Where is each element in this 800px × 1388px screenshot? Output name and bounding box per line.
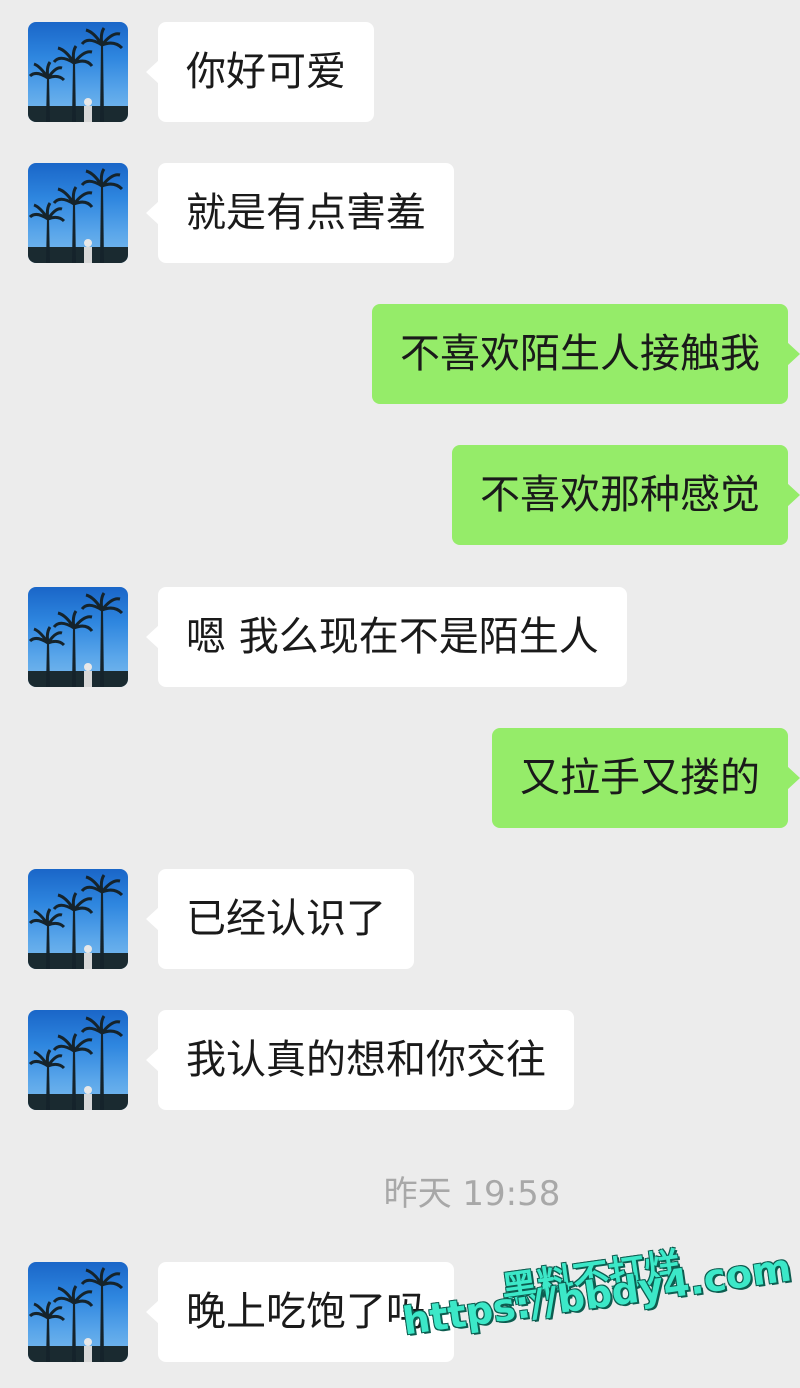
message-row-incoming: 你好可爱 (0, 22, 800, 122)
message-bubble-incoming[interactable]: 我认真的想和你交往 (146, 1010, 574, 1110)
palm-trees-avatar-icon[interactable] (28, 587, 128, 687)
chat-screen: { "messages": [ {"side": "in", "text": "… (0, 0, 800, 1388)
message-bubble-incoming[interactable]: 已经认识了 (146, 869, 414, 969)
message-row-outgoing: 又拉手又搂的 (0, 728, 800, 828)
message-bubble-incoming[interactable]: 你好可爱 (146, 22, 374, 122)
message-row-incoming: 就是有点害羞 (0, 163, 800, 263)
chat-timestamp: 昨天 19:58 (383, 1174, 561, 1214)
palm-trees-avatar-icon[interactable] (28, 1262, 128, 1362)
message-row-incoming: 已经认识了 (0, 869, 800, 969)
message-row-outgoing: 不喜欢陌生人接触我 (0, 304, 800, 404)
message-bubble-outgoing[interactable]: 不喜欢陌生人接触我 (372, 304, 800, 404)
message-bubble-outgoing[interactable]: 不喜欢那种感觉 (452, 445, 800, 545)
message-bubble-incoming[interactable]: 就是有点害羞 (146, 163, 454, 263)
palm-trees-avatar-icon[interactable] (28, 163, 128, 263)
message-row-outgoing: 不喜欢那种感觉 (0, 445, 800, 545)
palm-trees-avatar-icon[interactable] (28, 1010, 128, 1110)
palm-trees-avatar-icon[interactable] (28, 22, 128, 122)
message-row-incoming: 嗯 我么现在不是陌生人 (0, 587, 800, 687)
message-row-incoming: 我认真的想和你交往 (0, 1010, 800, 1110)
message-bubble-outgoing[interactable]: 又拉手又搂的 (492, 728, 800, 828)
message-bubble-incoming[interactable]: 嗯 我么现在不是陌生人 (146, 587, 627, 687)
palm-trees-avatar-icon[interactable] (28, 869, 128, 969)
